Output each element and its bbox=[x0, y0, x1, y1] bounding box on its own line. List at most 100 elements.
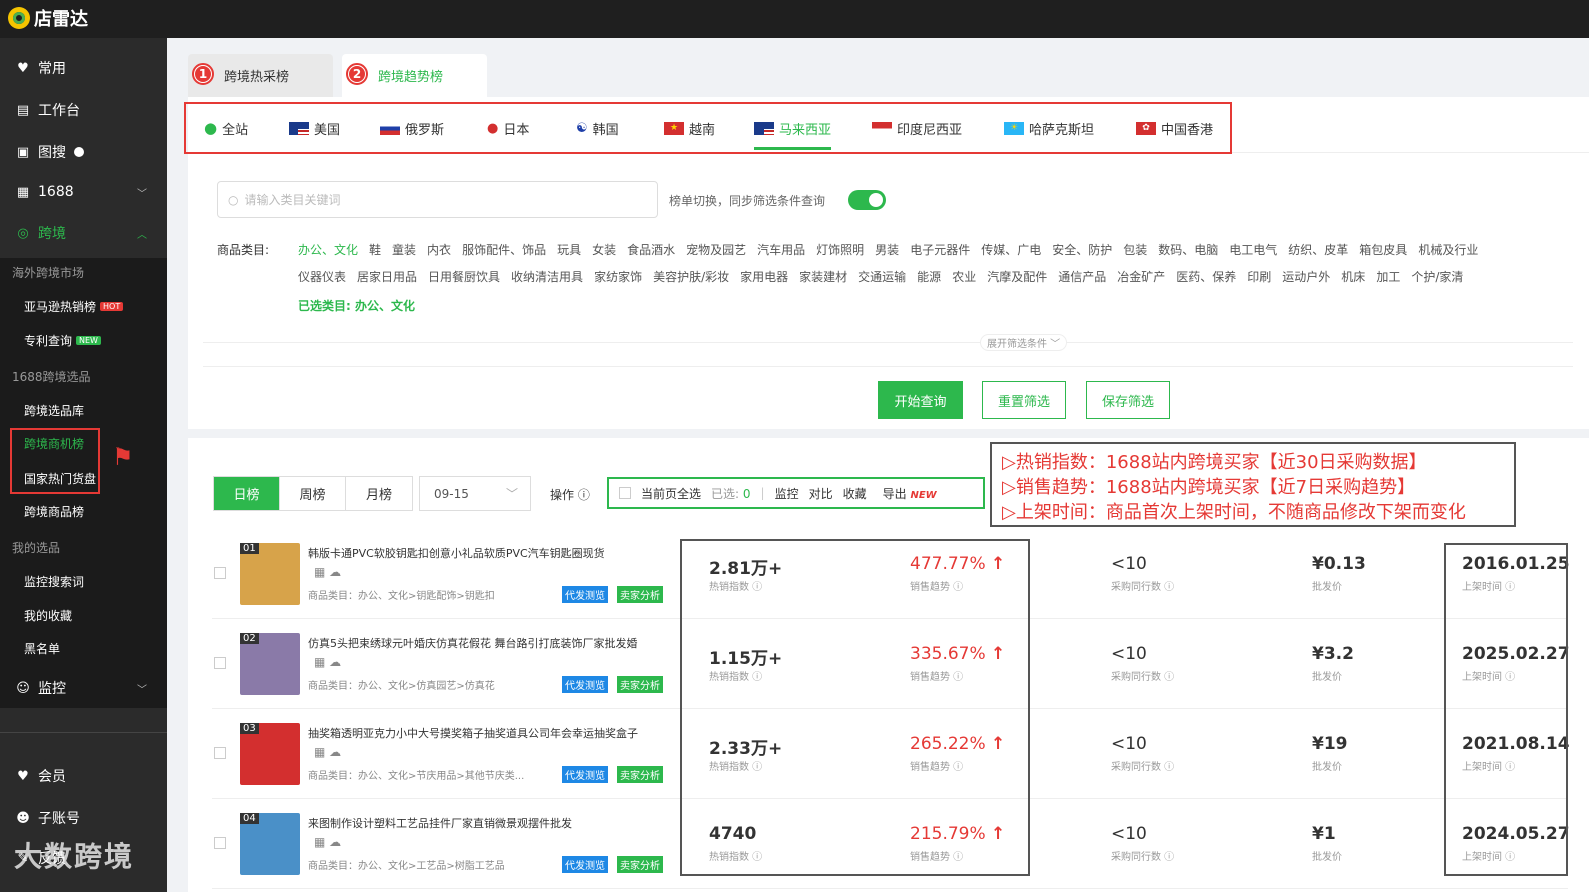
category-item[interactable]: 医药、保养 bbox=[1176, 270, 1236, 284]
tag-seller-analysis[interactable]: 卖家分析 bbox=[617, 676, 663, 693]
category-item[interactable]: 冶金矿产 bbox=[1117, 270, 1165, 284]
category-item[interactable]: 运动户外 bbox=[1282, 270, 1330, 284]
category-item[interactable]: 食品酒水 bbox=[627, 243, 675, 257]
row-checkbox[interactable] bbox=[214, 837, 226, 849]
app-logo[interactable]: 店雷达 bbox=[8, 5, 88, 31]
category-item[interactable]: 鞋 bbox=[369, 243, 381, 257]
category-item[interactable]: 印刷 bbox=[1247, 270, 1271, 284]
category-item[interactable]: 包装 bbox=[1123, 243, 1147, 257]
category-item[interactable]: 传媒、广电 bbox=[981, 243, 1041, 257]
sidebar-item-cross-border[interactable]: ◎ 跨境 ︿ bbox=[0, 213, 167, 253]
tag-dropship[interactable]: 代发测览 bbox=[562, 676, 608, 693]
qr-icon[interactable]: ▦ ☁ bbox=[314, 565, 341, 579]
category-item[interactable]: 家纺家饰 bbox=[594, 270, 642, 284]
sidebar-item-workbench[interactable]: ▤ 工作台 bbox=[0, 90, 167, 130]
category-item[interactable]: 内衣 bbox=[427, 243, 451, 257]
category-item[interactable]: 机床 bbox=[1341, 270, 1365, 284]
category-item[interactable]: 加工 bbox=[1376, 270, 1400, 284]
category-item[interactable]: 服饰配件、饰品 bbox=[462, 243, 546, 257]
select-all-checkbox[interactable] bbox=[619, 487, 631, 499]
sync-toggle[interactable] bbox=[848, 190, 886, 210]
category-item[interactable]: 办公、文化 bbox=[298, 243, 358, 257]
sidebar-item-1688[interactable]: ▦ 1688 ﹀ bbox=[0, 172, 167, 212]
product-thumbnail[interactable]: 01 bbox=[240, 543, 300, 605]
category-item[interactable]: 能源 bbox=[917, 270, 941, 284]
save-filter-button[interactable]: 保存筛选 bbox=[1086, 381, 1170, 419]
sidebar-sub-blacklist[interactable]: 黑名单 bbox=[0, 633, 167, 663]
category-item[interactable]: 玩具 bbox=[557, 243, 581, 257]
category-item[interactable]: 汽摩及配件 bbox=[987, 270, 1047, 284]
country-vietnam[interactable]: ★ 越南 bbox=[664, 104, 715, 152]
tag-seller-analysis[interactable]: 卖家分析 bbox=[617, 856, 663, 873]
category-item[interactable]: 日用餐厨饮具 bbox=[428, 270, 500, 284]
country-japan[interactable]: ● 日本 bbox=[487, 104, 529, 152]
product-title[interactable]: 来图制作设计塑料工艺品挂件厂家直销微景观摆件批发 bbox=[308, 815, 572, 831]
tag-seller-analysis[interactable]: 卖家分析 bbox=[617, 586, 663, 603]
category-item[interactable]: 灯饰照明 bbox=[816, 243, 864, 257]
product-title[interactable]: 韩版卡通PVC软胶钥匙扣创意小礼品软质PVC汽车钥匙圈现货 bbox=[308, 545, 605, 561]
category-item[interactable]: 机械及行业 bbox=[1418, 243, 1478, 257]
country-malaysia[interactable]: 马来西亚 bbox=[754, 104, 832, 152]
country-russia[interactable]: 俄罗斯 bbox=[380, 104, 444, 152]
row-checkbox[interactable] bbox=[214, 747, 226, 759]
expand-filters[interactable]: 展开筛选条件 ﹀ bbox=[980, 334, 1068, 351]
sidebar-item-member[interactable]: ♥ 会员 bbox=[0, 756, 167, 796]
reset-button[interactable]: 重置筛选 bbox=[982, 381, 1066, 419]
category-item[interactable]: 收纳清洁用具 bbox=[511, 270, 583, 284]
category-item[interactable]: 个护/家清 bbox=[1411, 270, 1463, 284]
category-item[interactable]: 交通运输 bbox=[858, 270, 906, 284]
tag-dropship[interactable]: 代发测览 bbox=[562, 766, 608, 783]
product-thumbnail[interactable]: 02 bbox=[240, 633, 300, 695]
compare-action[interactable]: 对比 bbox=[809, 485, 833, 502]
tab-hot-purchase[interactable]: 1 跨境热采榜 bbox=[188, 54, 333, 97]
country-korea[interactable]: ☯ 韩国 bbox=[576, 104, 619, 152]
favorite-action[interactable]: 收藏 bbox=[843, 485, 867, 502]
sidebar-item-image-search[interactable]: ▣ 图搜 bbox=[0, 132, 167, 172]
product-thumbnail[interactable]: 03 bbox=[240, 723, 300, 785]
row-checkbox[interactable] bbox=[214, 657, 226, 669]
category-item[interactable]: 仪器仪表 bbox=[298, 270, 346, 284]
category-item[interactable]: 美容护肤/彩妆 bbox=[653, 270, 729, 284]
country-indonesia[interactable]: 印度尼西亚 bbox=[872, 104, 962, 152]
category-item[interactable]: 电子元器件 bbox=[910, 243, 970, 257]
country-all[interactable]: ● 全站 bbox=[204, 104, 248, 152]
sidebar-sub-patent[interactable]: 专利查询 NEW bbox=[0, 325, 167, 355]
product-title[interactable]: 仿真5头把束绣球元叶婚庆仿真花假花 舞台路引打底装饰厂家批发婚 bbox=[308, 635, 638, 651]
category-item[interactable]: 安全、防护 bbox=[1052, 243, 1112, 257]
product-thumbnail[interactable]: 04 bbox=[240, 813, 300, 875]
category-item[interactable]: 电工电气 bbox=[1229, 243, 1277, 257]
category-item[interactable]: 童装 bbox=[392, 243, 416, 257]
product-title[interactable]: 抽奖箱透明亚克力小中大号摸奖箱子抽奖道具公司年会幸运抽奖盒子 bbox=[308, 725, 638, 741]
country-hongkong[interactable]: ✿ 中国香港 bbox=[1136, 104, 1213, 152]
category-item[interactable]: 家装建材 bbox=[799, 270, 847, 284]
category-item[interactable]: 男装 bbox=[875, 243, 899, 257]
category-item[interactable]: 居家日用品 bbox=[357, 270, 417, 284]
category-search-input[interactable]: ○ 请输入类目关键词 bbox=[217, 181, 658, 218]
date-select[interactable]: 09-15 ﹀ bbox=[419, 476, 531, 511]
tab-trend[interactable]: 2 跨境趋势榜 bbox=[342, 54, 487, 97]
sidebar-sub-product-rank[interactable]: 跨境商品榜 bbox=[0, 496, 167, 526]
qr-icon[interactable]: ▦ ☁ bbox=[314, 655, 341, 669]
sidebar-sub-library[interactable]: 跨境选品库 bbox=[0, 395, 167, 425]
monitor-action[interactable]: 监控 bbox=[775, 485, 799, 502]
category-item[interactable]: 通信产品 bbox=[1058, 270, 1106, 284]
category-item[interactable]: 家用电器 bbox=[740, 270, 788, 284]
period-day[interactable]: 日榜 bbox=[214, 477, 280, 510]
country-us[interactable]: 美国 bbox=[289, 104, 340, 152]
category-item[interactable]: 纺织、皮革 bbox=[1288, 243, 1348, 257]
tag-dropship[interactable]: 代发测览 bbox=[562, 586, 608, 603]
sidebar-sub-favorites[interactable]: 我的收藏 bbox=[0, 600, 167, 630]
sidebar-item-subaccount[interactable]: ☻ 子账号 bbox=[0, 798, 167, 838]
country-kazakhstan[interactable]: ☀ 哈萨克斯坦 bbox=[1004, 104, 1094, 152]
sidebar-item-favorites[interactable]: ♥ 常用 bbox=[0, 48, 167, 88]
sidebar-item-monitor[interactable]: ☺ 监控 ﹀ bbox=[0, 668, 167, 708]
sidebar-sub-amazon[interactable]: 亚马逊热销榜 HOT bbox=[0, 291, 167, 321]
tag-dropship[interactable]: 代发测览 bbox=[562, 856, 608, 873]
category-item[interactable]: 数码、电脑 bbox=[1158, 243, 1218, 257]
row-checkbox[interactable] bbox=[214, 567, 226, 579]
export-action[interactable]: 导出 NEW bbox=[883, 485, 937, 502]
query-button[interactable]: 开始查询 bbox=[878, 381, 963, 419]
category-item[interactable]: 宠物及园艺 bbox=[686, 243, 746, 257]
period-month[interactable]: 月榜 bbox=[346, 477, 412, 510]
period-week[interactable]: 周榜 bbox=[280, 477, 346, 510]
